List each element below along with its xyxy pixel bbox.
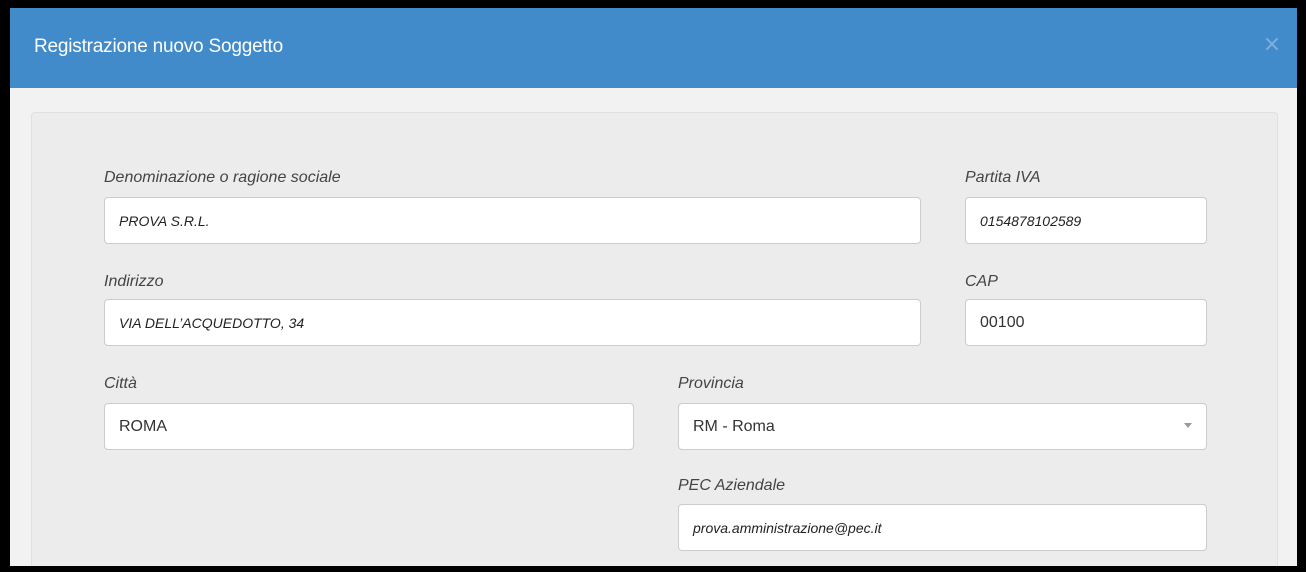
- denominazione-label: Denominazione o ragione sociale: [104, 169, 341, 186]
- provincia-label: Provincia: [678, 375, 744, 392]
- close-button[interactable]: ×: [1261, 32, 1283, 58]
- provincia-select[interactable]: RM - Roma: [678, 403, 1207, 450]
- indirizzo-value: VIA DELL’ACQUEDOTTO, 34: [119, 314, 305, 331]
- indirizzo-label: Indirizzo: [104, 273, 164, 290]
- citta-value: ROMA: [119, 417, 167, 435]
- denominazione-value: PROVA S.R.L.: [119, 212, 210, 229]
- cap-label: CAP: [965, 273, 998, 290]
- partita-iva-input[interactable]: 0154878102589: [965, 197, 1207, 244]
- pec-value: prova.amministrazione@pec.it: [693, 519, 882, 536]
- citta-label: Città: [104, 375, 137, 392]
- modal-header: Registrazione nuovo Soggetto ×: [10, 8, 1297, 88]
- cap-value: 00100: [980, 313, 1025, 331]
- form-panel: Denominazione o ragione sociale PROVA S.…: [31, 112, 1278, 566]
- close-icon: ×: [1262, 32, 1282, 57]
- modal-title: Registrazione nuovo Soggetto: [34, 36, 283, 57]
- partita-iva-value: 0154878102589: [980, 212, 1082, 229]
- provincia-value: RM - Roma: [693, 417, 775, 435]
- chevron-down-icon: [1184, 423, 1192, 428]
- cap-input[interactable]: 00100: [965, 299, 1207, 346]
- indirizzo-input[interactable]: VIA DELL’ACQUEDOTTO, 34: [104, 299, 921, 346]
- modal-dialog: Registrazione nuovo Soggetto × Denominaz…: [10, 8, 1297, 566]
- citta-input[interactable]: ROMA: [104, 403, 634, 450]
- denominazione-input[interactable]: PROVA S.R.L.: [104, 197, 921, 244]
- pec-label: PEC Aziendale: [678, 477, 786, 494]
- partita-iva-label: Partita IVA: [965, 169, 1041, 186]
- pec-input[interactable]: prova.amministrazione@pec.it: [678, 504, 1207, 551]
